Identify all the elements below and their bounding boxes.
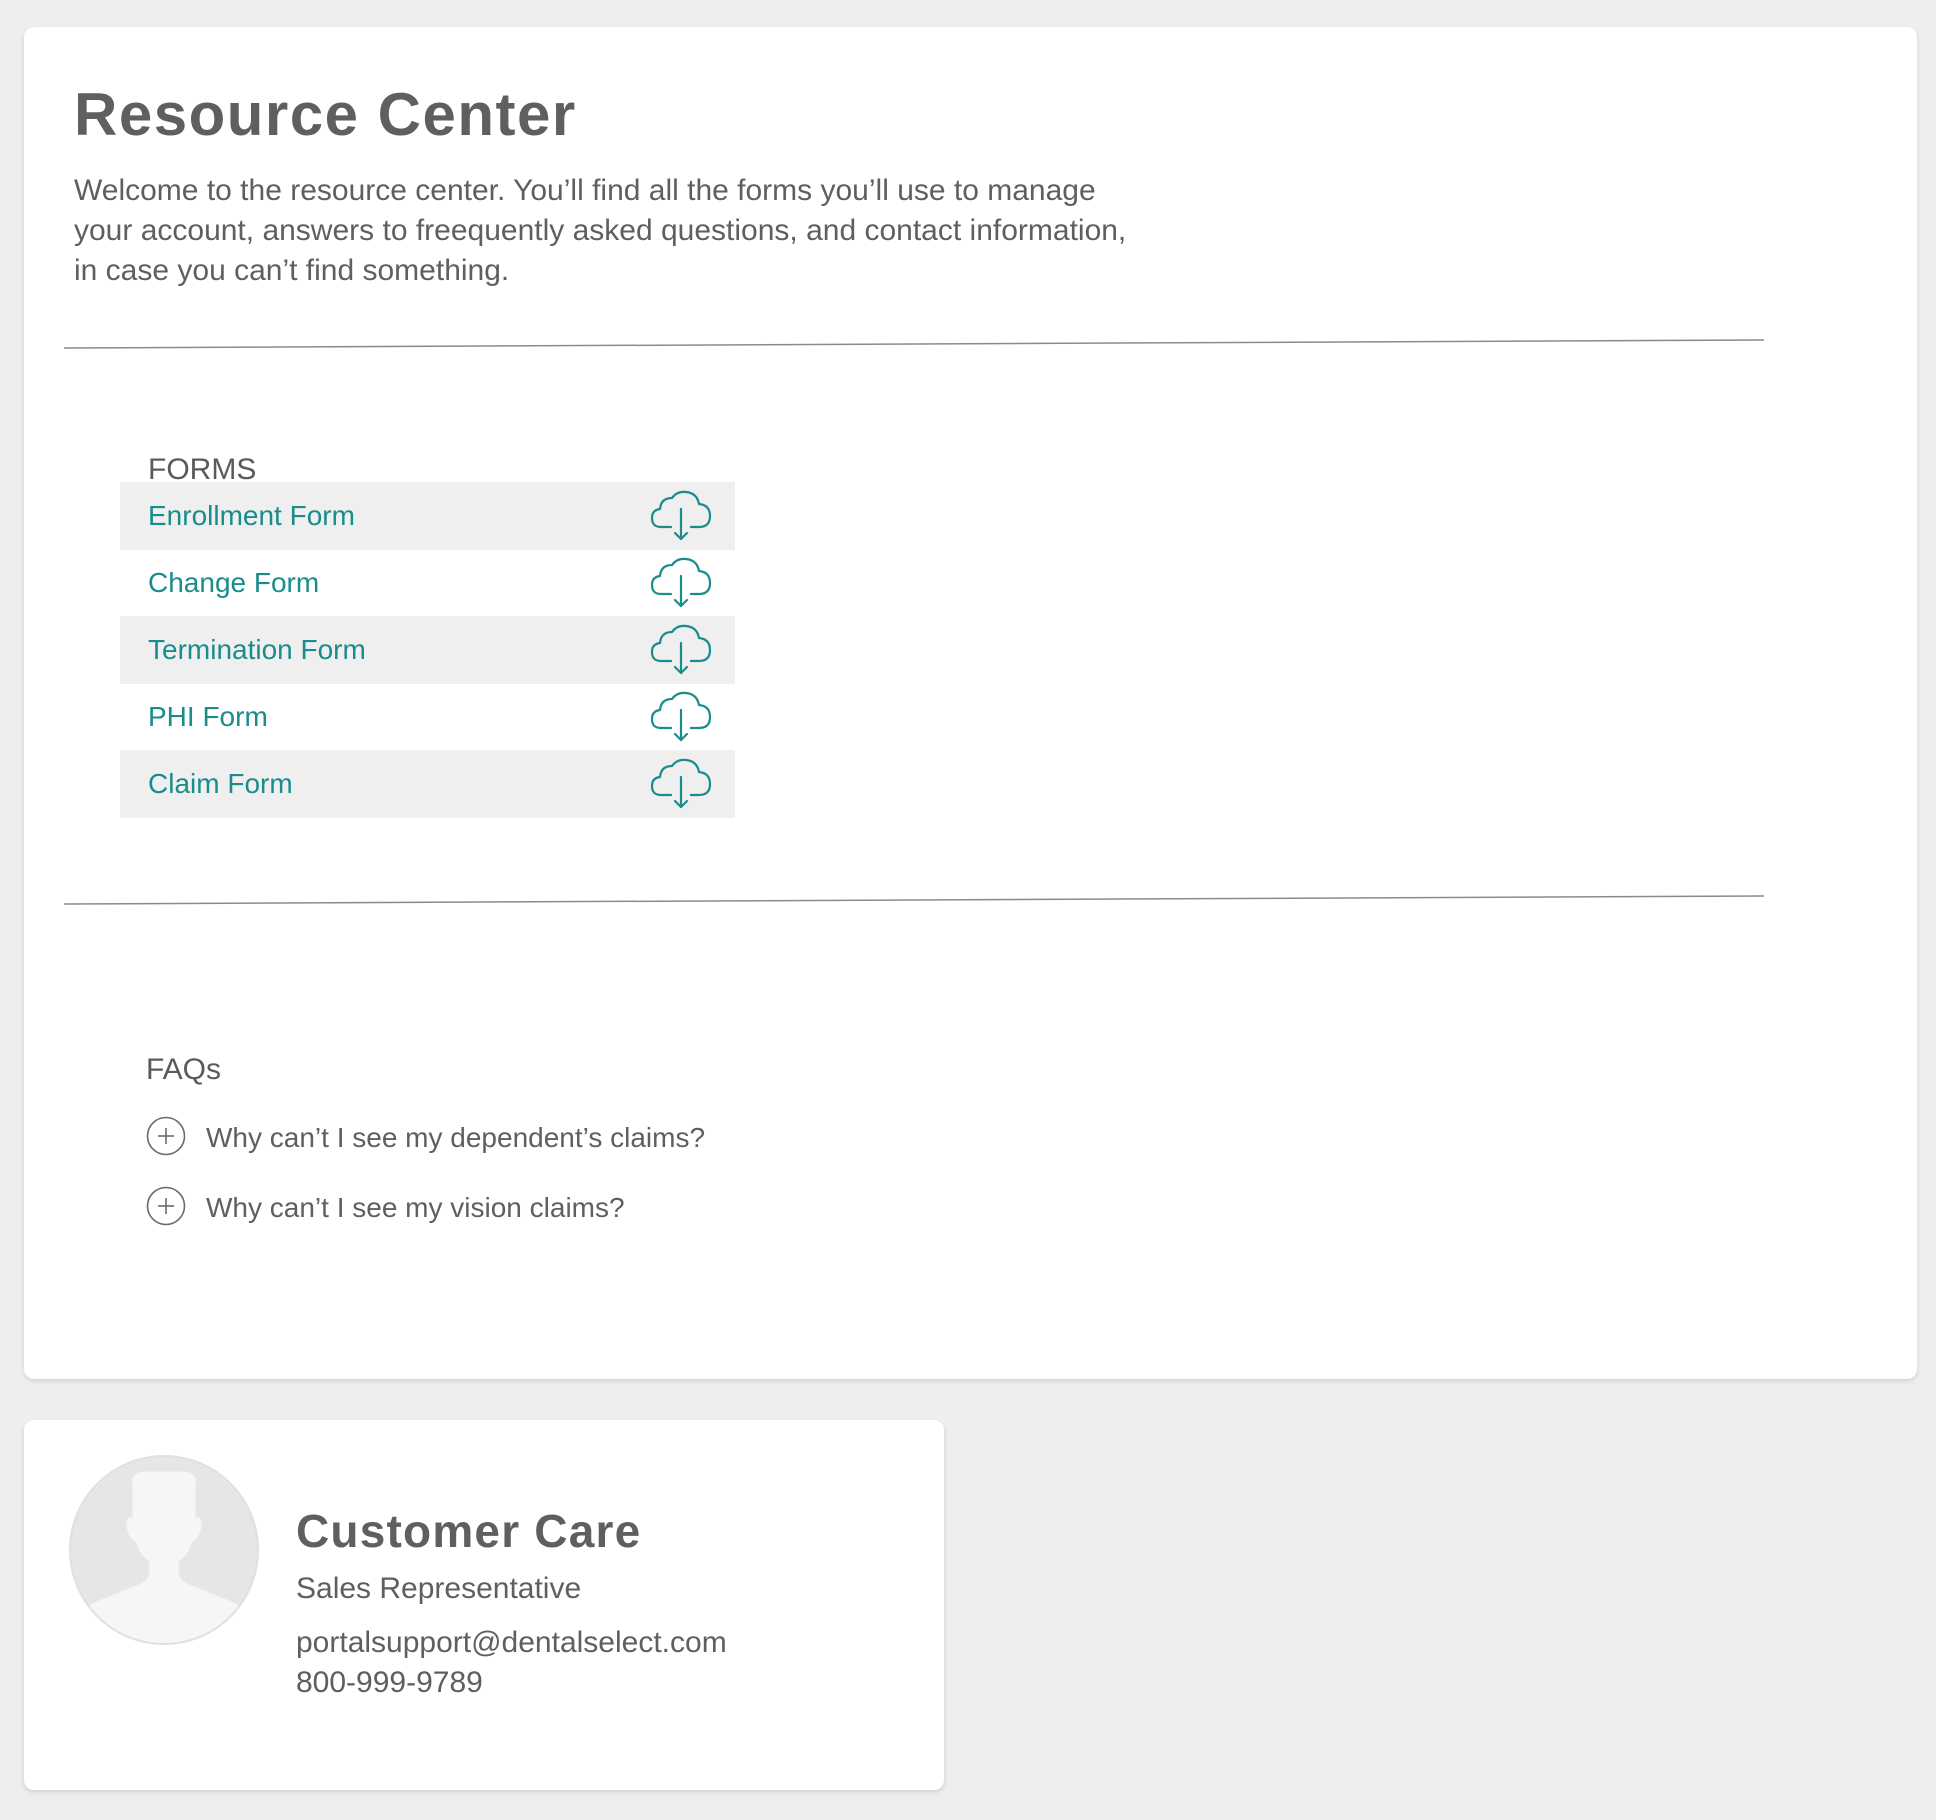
- plus-circle-icon[interactable]: [146, 1186, 206, 1231]
- plus-circle-icon[interactable]: [146, 1116, 206, 1161]
- avatar: [69, 1455, 259, 1645]
- faq-question[interactable]: Why can’t I see my dependent’s claims?: [206, 1122, 705, 1154]
- form-link[interactable]: PHI Form: [148, 701, 268, 733]
- section-divider: [63, 895, 1765, 905]
- contact-name: Customer Care: [296, 1505, 642, 1557]
- cloud-download-icon[interactable]: [649, 757, 713, 811]
- contact-card: Customer Care Sales Representative porta…: [24, 1420, 944, 1790]
- form-row-enrollment[interactable]: Enrollment Form: [120, 482, 735, 550]
- faqs-heading: FAQs: [146, 1053, 222, 1086]
- form-row-change[interactable]: Change Form: [120, 550, 735, 616]
- user-silhouette-icon: [71, 1457, 257, 1643]
- cloud-download-icon[interactable]: [649, 623, 713, 677]
- form-row-phi[interactable]: PHI Form: [120, 684, 735, 750]
- section-divider: [63, 339, 1765, 349]
- cloud-download-icon[interactable]: [649, 489, 713, 543]
- resource-center-card: Resource Center Welcome to the resource …: [24, 27, 1917, 1379]
- contact-phone-link[interactable]: 800-999-9789: [296, 1666, 483, 1700]
- cloud-download-icon[interactable]: [649, 556, 713, 610]
- form-link[interactable]: Enrollment Form: [148, 500, 355, 532]
- forms-heading: FORMS: [148, 453, 257, 486]
- contact-role: Sales Representative: [296, 1572, 582, 1605]
- page-title: Resource Center: [74, 81, 577, 148]
- form-link[interactable]: Change Form: [148, 567, 319, 599]
- cloud-download-icon[interactable]: [649, 690, 713, 744]
- forms-list: Enrollment Form Change Form Termination …: [120, 482, 735, 818]
- faq-question[interactable]: Why can’t I see my vision claims?: [206, 1192, 625, 1224]
- form-link[interactable]: Claim Form: [148, 768, 293, 800]
- form-row-termination[interactable]: Termination Form: [120, 616, 735, 684]
- faq-item[interactable]: Why can’t I see my vision claims?: [146, 1173, 705, 1243]
- intro-text: Welcome to the resource center. You’ll f…: [74, 174, 1127, 287]
- form-link[interactable]: Termination Form: [148, 634, 366, 666]
- form-row-claim[interactable]: Claim Form: [120, 750, 735, 818]
- contact-email-link[interactable]: portalsupport@dentalselect.com: [296, 1626, 727, 1660]
- faq-list: Why can’t I see my dependent’s claims? W…: [146, 1103, 705, 1243]
- faq-item[interactable]: Why can’t I see my dependent’s claims?: [146, 1103, 705, 1173]
